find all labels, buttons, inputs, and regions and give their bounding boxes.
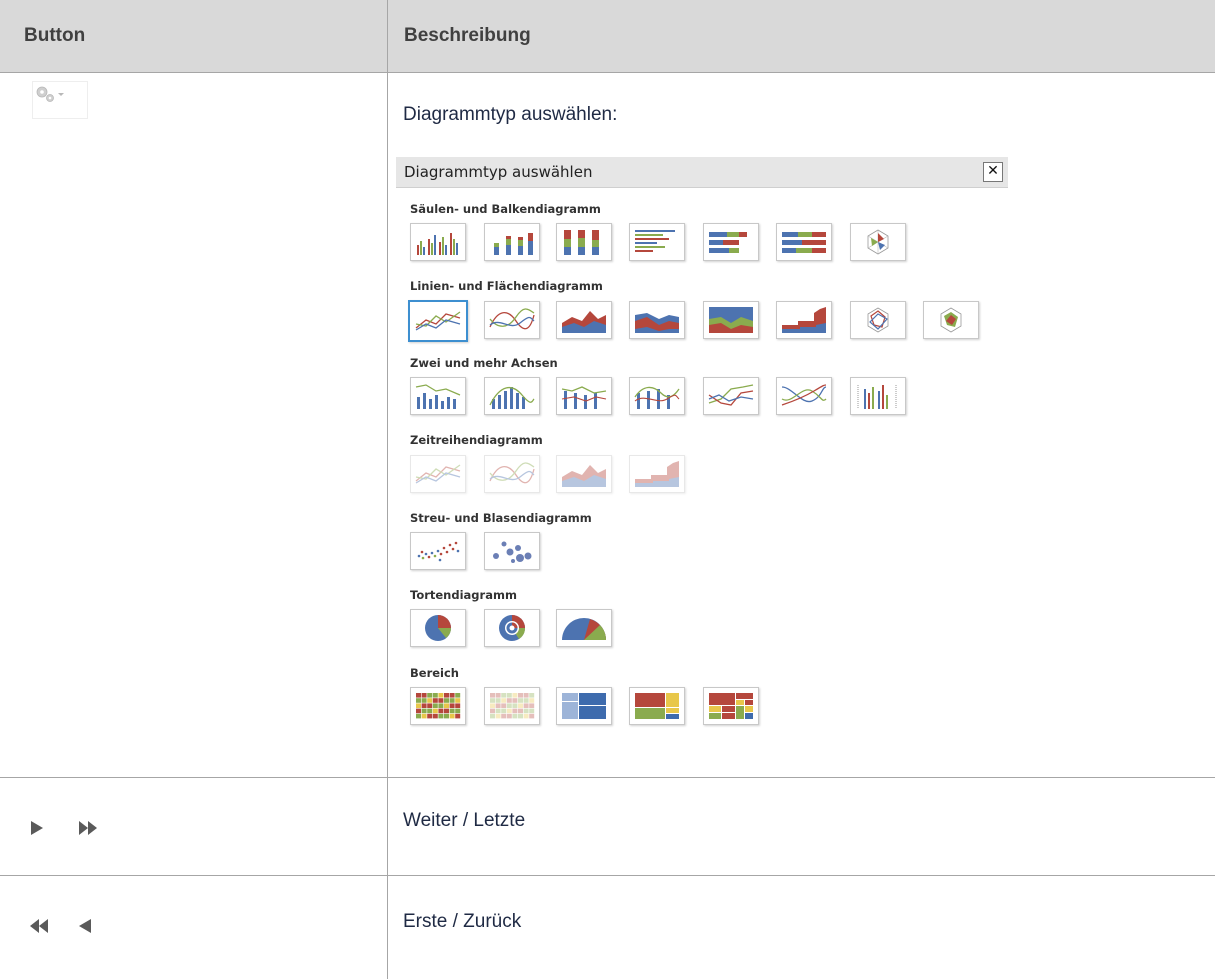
half-pie-chart-icon[interactable] xyxy=(556,609,612,647)
stacked-column-chart-icon[interactable] xyxy=(484,223,540,261)
row-divider xyxy=(0,777,1215,778)
previous-button[interactable] xyxy=(78,918,92,934)
section-title: Tortendiagramm xyxy=(410,588,517,602)
section-title: Zeitreihendiagramm xyxy=(410,433,543,447)
time-step-area-chart-icon[interactable] xyxy=(629,455,685,493)
spline-multi-axis-icon[interactable] xyxy=(776,377,832,415)
step-area-chart-icon[interactable] xyxy=(776,301,832,339)
pie-chart-icon[interactable] xyxy=(410,609,466,647)
gear-dropdown-button[interactable] xyxy=(32,81,88,119)
document-page: Button Beschreibung Diagrammtyp auswähle… xyxy=(0,0,1215,979)
previous-icon xyxy=(79,919,91,933)
close-icon[interactable]: ✕ xyxy=(983,162,1003,182)
treemap-blue-icon[interactable] xyxy=(556,687,612,725)
section-title: Linien- und Flächendiagramm xyxy=(410,279,603,293)
donut-chart-icon[interactable] xyxy=(484,609,540,647)
bar-chart-icon[interactable] xyxy=(629,223,685,261)
treemap-nested-icon[interactable] xyxy=(703,687,759,725)
gear-dropdown-icon xyxy=(36,86,64,102)
next-icon xyxy=(31,821,43,835)
header-button: Button xyxy=(24,25,86,46)
row2-description: Weiter / Letzte xyxy=(403,810,526,831)
column-line-dual-axis-icon[interactable] xyxy=(410,377,466,415)
column-spline-dual-axis-icon[interactable] xyxy=(484,377,540,415)
heatmap-faded-icon[interactable] xyxy=(484,687,540,725)
radar-line-chart-icon[interactable] xyxy=(850,301,906,339)
row-divider xyxy=(0,72,1215,73)
last-button[interactable] xyxy=(78,820,100,836)
dialog-titlebar: Diagrammtyp auswählen ✕ xyxy=(396,157,1008,188)
bubble-chart-icon[interactable] xyxy=(484,532,540,570)
heatmap-icon[interactable] xyxy=(410,687,466,725)
treemap-color-icon[interactable] xyxy=(629,687,685,725)
section-title: Zwei und mehr Achsen xyxy=(410,356,558,370)
radar-bar-chart-icon[interactable] xyxy=(850,223,906,261)
time-spline-chart-icon[interactable] xyxy=(484,455,540,493)
radar-area-chart-icon[interactable] xyxy=(923,301,979,339)
stacked-area-chart-icon[interactable] xyxy=(629,301,685,339)
first-button[interactable] xyxy=(28,918,50,934)
column-spline-multi-axis-icon[interactable] xyxy=(629,377,685,415)
spline-chart-icon[interactable] xyxy=(484,301,540,339)
stacked-bar-100-chart-icon[interactable] xyxy=(776,223,832,261)
dialog-title: Diagrammtyp auswählen xyxy=(404,163,593,181)
time-line-chart-icon[interactable] xyxy=(410,455,466,493)
row1-description: Diagrammtyp auswählen: xyxy=(403,104,618,125)
stacked-bar-chart-icon[interactable] xyxy=(703,223,759,261)
chart-type-dialog: Diagrammtyp auswählen ✕ Säulen- und Balk… xyxy=(396,157,1008,757)
time-area-chart-icon[interactable] xyxy=(556,455,612,493)
first-icon xyxy=(30,919,48,933)
stacked-area-100-chart-icon[interactable] xyxy=(703,301,759,339)
column-line-multi-axis-icon[interactable] xyxy=(556,377,612,415)
scatter-chart-icon[interactable] xyxy=(410,532,466,570)
section-title: Bereich xyxy=(410,666,459,680)
column-chart-icon[interactable] xyxy=(410,223,466,261)
last-icon xyxy=(79,821,97,835)
column-multi-axis-icon[interactable] xyxy=(850,377,906,415)
section-title: Streu- und Blasendiagramm xyxy=(410,511,592,525)
next-button[interactable] xyxy=(30,820,44,836)
section-title: Säulen- und Balkendiagramm xyxy=(410,202,601,216)
line-chart-icon[interactable] xyxy=(408,300,468,342)
line-multi-axis-icon[interactable] xyxy=(703,377,759,415)
header-description: Beschreibung xyxy=(404,25,531,46)
row3-description: Erste / Zurück xyxy=(403,911,522,932)
table-header-row: Button Beschreibung xyxy=(0,0,1215,72)
stacked-column-100-chart-icon[interactable] xyxy=(556,223,612,261)
column-divider xyxy=(387,0,388,979)
area-chart-icon[interactable] xyxy=(556,301,612,339)
row-divider xyxy=(0,875,1215,876)
